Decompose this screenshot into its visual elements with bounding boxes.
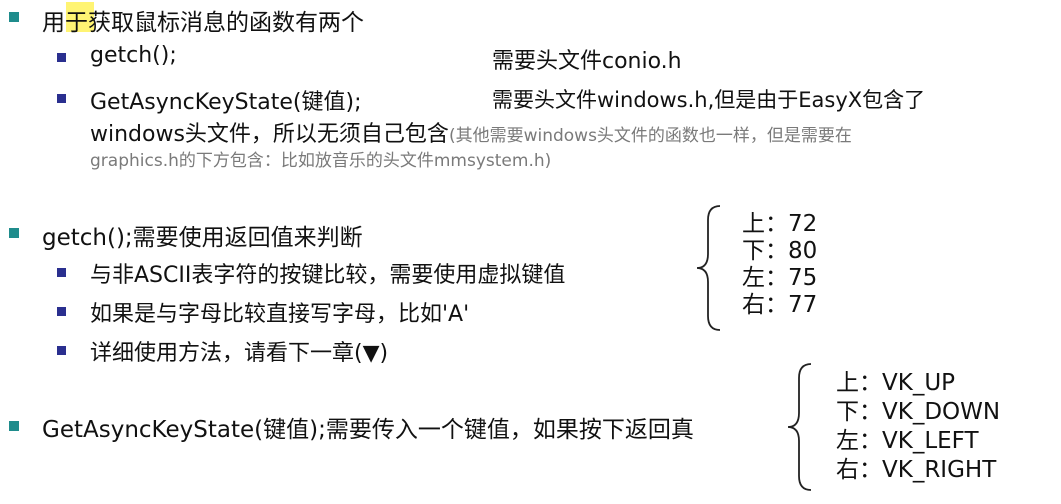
- bullet-level2: [57, 53, 66, 62]
- section2-item-1: 与非ASCII表字符的按键比较，需要使用虚拟键值: [90, 263, 566, 288]
- bullet-level2: [57, 268, 66, 277]
- section2-item-2: 如果是与字母比较直接写字母，比如'A': [90, 302, 470, 327]
- bullet-level2: [57, 346, 66, 355]
- vk-code-right: 右：VK_RIGHT: [836, 457, 997, 483]
- bullet-level1: [9, 228, 19, 238]
- bullet-level1: [9, 421, 19, 431]
- async-note-2: graphics.h的下方包含：比如放音乐的头文件mmsystem.h): [90, 151, 552, 171]
- vk-code-down: 下：VK_DOWN: [836, 399, 1001, 425]
- section1-heading: 用于获取鼠标消息的函数有两个: [42, 10, 364, 36]
- key-code-up: 上：72: [742, 211, 818, 237]
- bullet-level1: [9, 12, 19, 22]
- getch-func: getch();: [90, 43, 177, 68]
- curly-brace-icon: [787, 363, 812, 491]
- bullet-level2: [57, 307, 66, 316]
- key-code-right: 右：77: [742, 292, 818, 318]
- async-cont: windows头文件，所以无须自己包含: [90, 122, 449, 147]
- vk-code-up: 上：VK_UP: [836, 370, 956, 396]
- curly-brace-icon: [696, 205, 721, 331]
- key-code-left: 左：75: [742, 265, 818, 291]
- virtual-key-codes: 上：VK_UP 下：VK_DOWN 左：VK_LEFT 右：VK_RIGHT: [836, 369, 1000, 485]
- vk-code-left: 左：VK_LEFT: [836, 428, 979, 454]
- bullet-level2: [57, 94, 66, 103]
- async-desc: 需要头文件windows.h,但是由于EasyX包含了: [492, 88, 926, 112]
- async-desc-continued: windows头文件，所以无须自己包含(其他需要windows头文件的函数也一样…: [90, 116, 852, 148]
- getch-desc: 需要头文件conio.h: [492, 49, 682, 74]
- section2-item-3: 详细使用方法，请看下一章(▼): [90, 341, 389, 366]
- key-code-down: 下：80: [742, 238, 818, 264]
- section3-heading: GetAsyncKeyState(键值);需要传入一个键值，如果按下返回真: [42, 417, 694, 443]
- async-note-1: (其他需要windows头文件的函数也一样，但是需要在: [448, 126, 852, 146]
- getch-key-codes: 上：72 下：80 左：75 右：77: [742, 211, 817, 319]
- section2-heading: getch();需要使用返回值来判断: [42, 225, 363, 251]
- async-func: GetAsyncKeyState(键值);: [90, 90, 362, 115]
